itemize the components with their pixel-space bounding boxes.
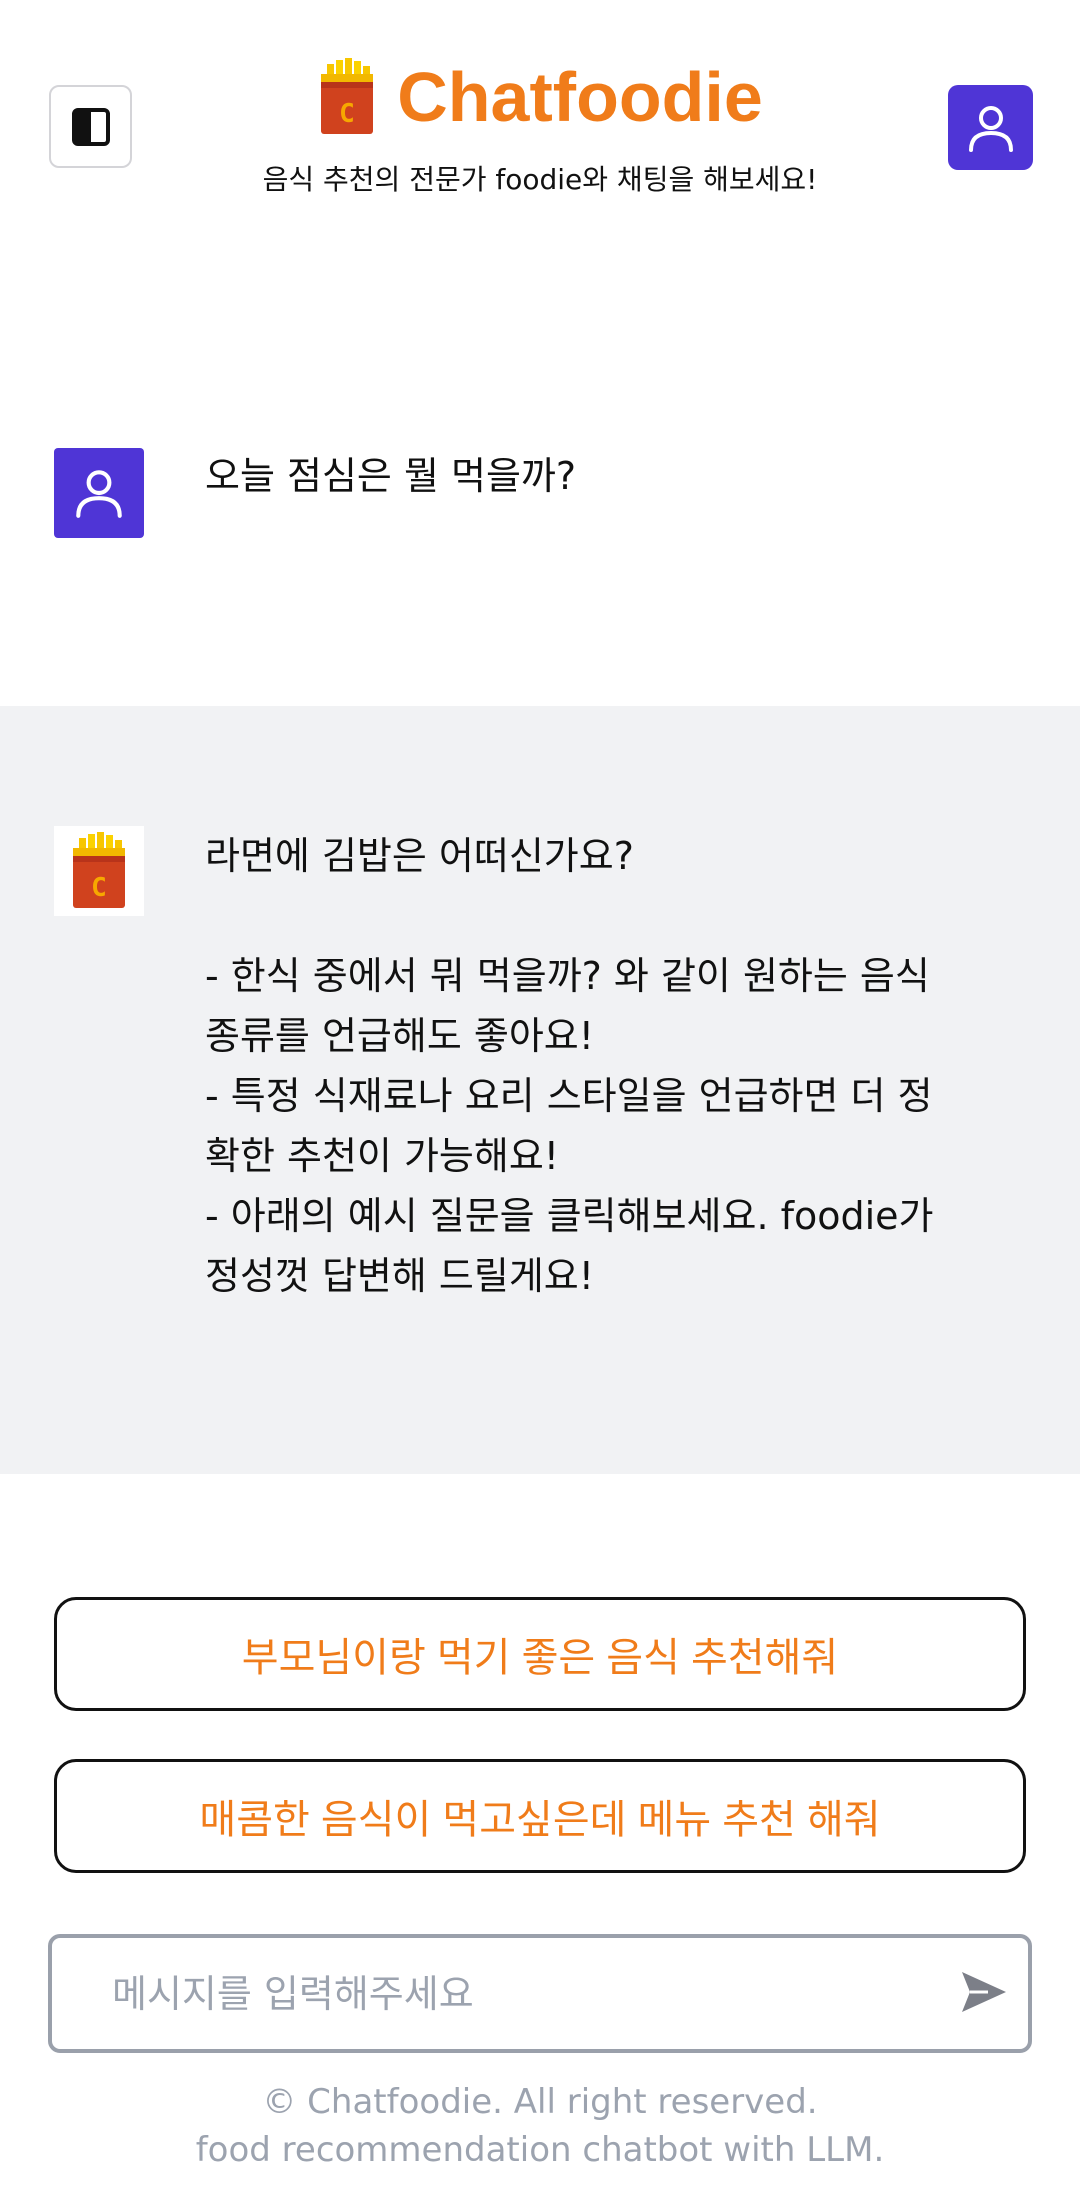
- bot-message-line: - 한식 중에서 뭐 먹을까? 와 같이 원하는 음식: [205, 954, 930, 998]
- app-header: C Chatfoodie 음식 추천의 전문가 foodie와 채팅을 해보세요…: [0, 0, 1080, 220]
- user-message: 오늘 점심은 뭘 먹을까?: [0, 420, 1080, 706]
- fries-logo-icon: C: [321, 58, 374, 134]
- bot-message-line: 라면에 김밥은 어떠신가요?: [205, 834, 634, 878]
- bot-message-line: - 아래의 예시 질문을 클릭해보세요. foodie가: [205, 1194, 934, 1238]
- suggestion-button[interactable]: 매콤한 음식이 먹고싶은데 메뉴 추천 해줘: [54, 1759, 1026, 1873]
- bot-message-line: 종류를 언급해도 좋아요!: [205, 1014, 594, 1058]
- footer-description: food recommendation chatbot with LLM.: [195, 2130, 885, 2170]
- svg-text:C: C: [91, 873, 107, 903]
- bot-message: C 라면에 김밥은 어떠신가요? - 한식 중에서 뭐 먹을까? 와 같이 원하…: [0, 706, 1080, 1474]
- bot-message-text: 라면에 김밥은 어떠신가요? - 한식 중에서 뭐 먹을까? 와 같이 원하는 …: [205, 826, 1005, 1306]
- bot-message-line: - 특정 식재료나 요리 스타일을 언급하면 더 정: [205, 1074, 933, 1118]
- bot-message-line: [205, 886, 1005, 946]
- svg-text:C: C: [339, 99, 355, 129]
- user-icon: [76, 470, 122, 518]
- user-message-text: 오늘 점심은 뭘 먹을까?: [205, 454, 577, 498]
- send-icon: [962, 1972, 1006, 2012]
- bot-message-line: 정성껏 답변해 드릴게요!: [205, 1254, 594, 1298]
- send-button[interactable]: [952, 1960, 1016, 2024]
- bot-avatar: C: [54, 826, 144, 916]
- app-subtitle: 음식 추천의 전문가 foodie와 채팅을 해보세요!: [262, 163, 818, 196]
- footer-copyright: © Chatfoodie. All right reserved.: [262, 2082, 818, 2122]
- user-icon: [968, 105, 1013, 152]
- brand: C Chatfoodie: [0, 58, 1080, 136]
- suggestion-button[interactable]: 부모님이랑 먹기 좋은 음식 추천해줘: [54, 1597, 1026, 1711]
- profile-button[interactable]: [948, 85, 1033, 170]
- message-input[interactable]: [112, 1938, 912, 2049]
- fries-logo-icon: C: [73, 832, 125, 908]
- bot-message-line: 확한 추천이 가능해요!: [205, 1134, 560, 1178]
- message-composer: [48, 1934, 1032, 2053]
- app-title: Chatfoodie: [397, 58, 763, 136]
- footer: © Chatfoodie. All right reserved. food r…: [0, 2078, 1080, 2174]
- user-avatar: [54, 448, 144, 538]
